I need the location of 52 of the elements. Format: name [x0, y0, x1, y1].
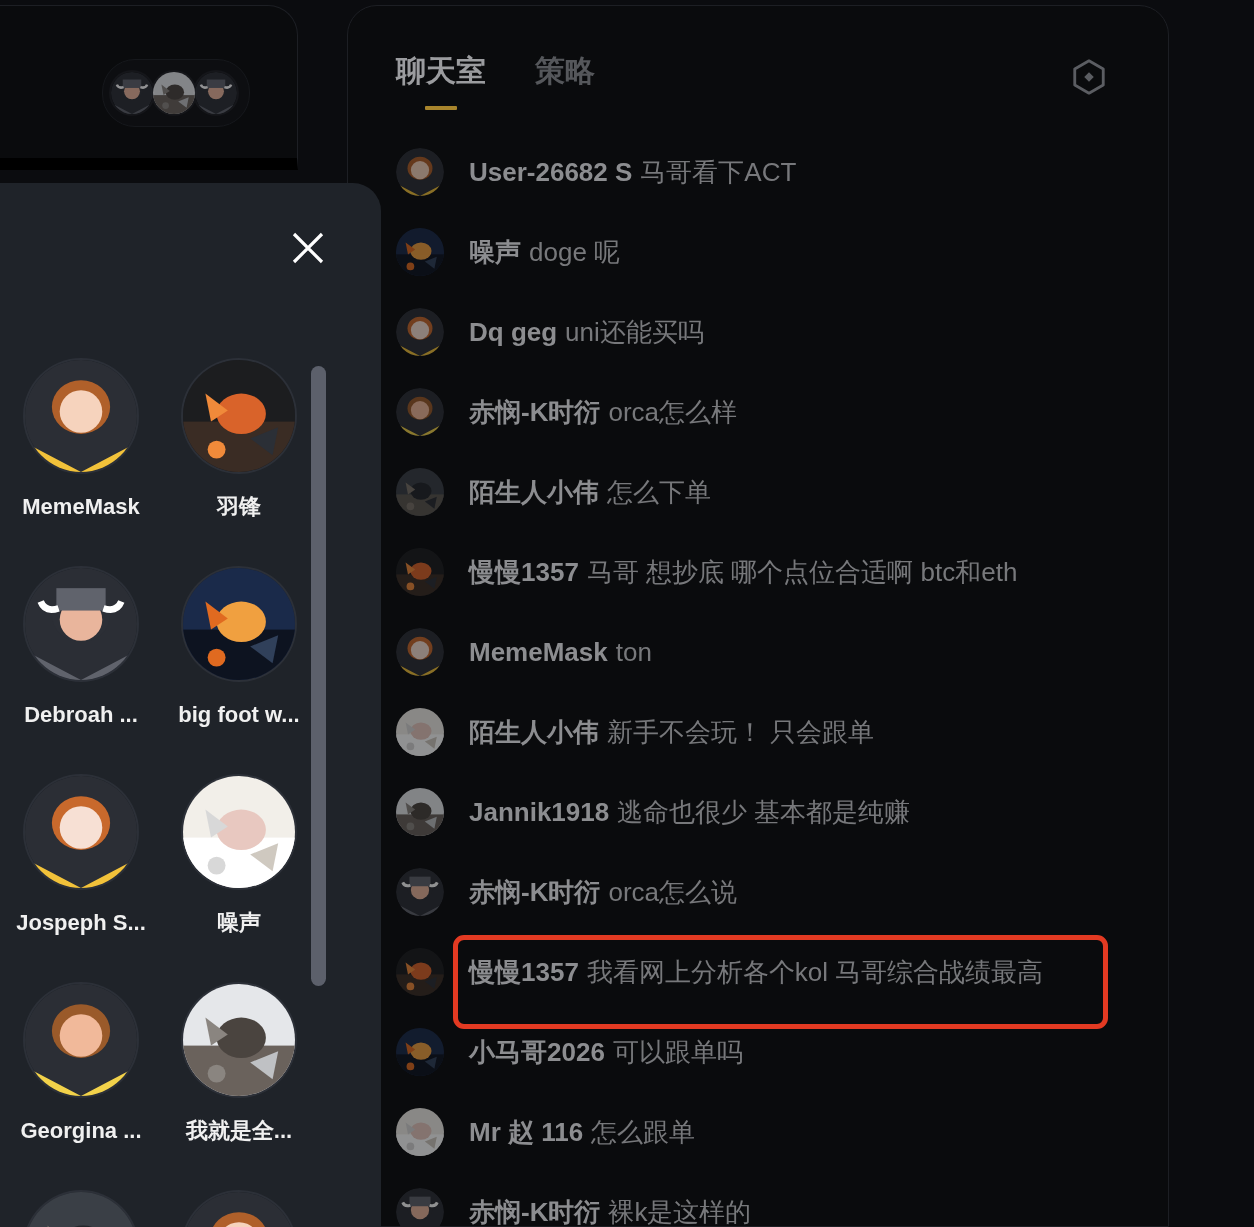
avatar-icon: [25, 360, 137, 472]
message-text: 新手不会玩！ 只会跟单: [607, 715, 875, 749]
user-name: 陌生人小伟: [469, 475, 599, 509]
avatar-icon: [25, 984, 137, 1096]
message-text: 怎么跟单: [591, 1115, 696, 1149]
avatar-icon: [111, 72, 153, 114]
avatar-icon: [195, 72, 237, 114]
member-name: 我就是全...: [185, 1117, 293, 1145]
scrollbar[interactable]: [311, 366, 326, 986]
member-name: 羽锋: [217, 493, 261, 521]
user-name: MemeMask: [469, 636, 608, 668]
user-name: Dq geg: [469, 316, 558, 348]
message-text: doge 呢: [529, 235, 621, 269]
member-name: Jospeph S...: [16, 909, 146, 937]
message-text: 马哥 想抄底 哪个点位合适啊 btc和eth: [586, 555, 1018, 589]
user-name: 噪声: [469, 235, 521, 269]
user-name: 慢慢1357: [469, 555, 579, 589]
message-text: 逃命也很少 基本都是纯赚: [617, 795, 911, 829]
avatar-icon: [396, 628, 444, 676]
member-name: Georgina ...: [20, 1117, 142, 1145]
settings-icon[interactable]: [1070, 58, 1108, 96]
user-name: 赤悯-K时衍: [469, 395, 601, 429]
message-text: uni还能买吗: [565, 315, 704, 349]
user-name: 赤悯-K时衍: [469, 875, 601, 909]
user-name: Mr 赵 116: [469, 1115, 584, 1149]
tab[interactable]: 聊天室: [396, 51, 486, 110]
avatar-icon: [396, 388, 444, 436]
avatar-icon: [396, 148, 444, 196]
user-name: Jannik1918: [469, 796, 610, 828]
message-text: 可以跟单吗: [612, 1035, 743, 1069]
member-name: 噪声: [217, 909, 261, 937]
avatar-icon: [25, 568, 137, 680]
message-text: orca怎么样: [608, 395, 737, 429]
message-text: ton: [615, 636, 652, 668]
avatar-icon: [25, 776, 137, 888]
message-text: 我看网上分析各个kol 马哥综合战绩最高: [586, 955, 1044, 989]
avatar-icon: [396, 308, 444, 356]
avatar-icon: [396, 1188, 444, 1226]
user-name: User-26682 S: [469, 156, 633, 188]
message-text: 怎么下单: [607, 475, 711, 509]
close-button[interactable]: [290, 230, 326, 266]
user-name: 慢慢1357: [469, 955, 579, 989]
user-name: 陌生人小伟: [469, 715, 599, 749]
user-name: 赤悯-K时衍: [469, 1195, 601, 1226]
message-text: 马哥看下ACT: [640, 155, 797, 189]
member-name: Debroah ...: [24, 701, 138, 729]
avatar-icon: [396, 868, 444, 916]
message-text: orca怎么说: [608, 875, 737, 909]
member-name: MemeMask: [22, 493, 140, 521]
message-text: 裸k是这样的: [608, 1195, 752, 1226]
user-name: 小马哥2026: [469, 1035, 605, 1069]
member-name: big foot w...: [178, 701, 300, 729]
